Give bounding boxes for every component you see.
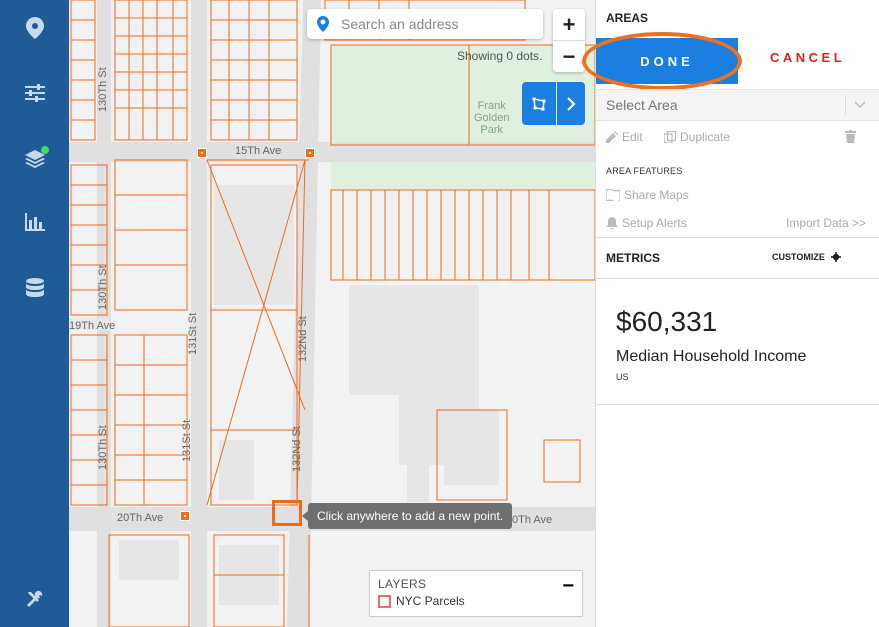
location-pin-icon[interactable] <box>17 10 53 46</box>
edit-icon <box>606 131 618 143</box>
street-label-130th-top: 130Th St <box>97 67 109 112</box>
metrics-title: METRICS <box>606 251 660 265</box>
street-label-130th-bottom: 130Th St <box>97 425 109 470</box>
layers-title: LAYERS <box>378 577 427 591</box>
panel-title: AREAS <box>606 11 649 25</box>
cancel-button[interactable]: CANCEL <box>770 50 845 65</box>
duplicate-label: Duplicate <box>680 130 731 144</box>
street-label-20th-right: 0Th Ave <box>512 514 553 526</box>
zoom-out-button[interactable]: − <box>553 40 585 72</box>
dropdown-separator <box>845 95 846 115</box>
polygon-vertex[interactable] <box>305 148 315 158</box>
layers-legend: LAYERS NYC Parcels − <box>369 570 583 617</box>
divider <box>596 404 879 405</box>
add-point-tooltip: Click anywhere to add a new point. <box>301 503 513 529</box>
map-icon <box>606 189 620 201</box>
areas-panel: AREAS DONE CANCEL Select Area Edit Dupli… <box>582 0 879 627</box>
tools-icon[interactable] <box>17 581 53 617</box>
setup-alerts-button[interactable]: Setup Alerts <box>606 216 687 230</box>
database-icon[interactable] <box>17 270 53 306</box>
polygon-icon <box>532 97 546 110</box>
duplicate-button[interactable]: Duplicate <box>664 130 730 144</box>
polygon-draw-button[interactable] <box>522 82 556 125</box>
street-label-20th: 20Th Ave <box>117 512 164 524</box>
street-label-132nd-mid: 132Nd St <box>297 316 309 362</box>
expand-tools-button[interactable] <box>557 82 585 125</box>
new-point-cursor[interactable] <box>272 500 302 526</box>
select-area-dropdown[interactable]: Select Area <box>596 89 879 121</box>
street-label-131st-mid: 131St St <box>187 312 199 355</box>
import-data-link[interactable]: Import Data >> <box>786 216 866 230</box>
address-search <box>307 9 543 39</box>
active-indicator <box>41 146 49 154</box>
layer-label: NYC Parcels <box>396 594 465 608</box>
left-nav <box>0 0 69 627</box>
sliders-icon[interactable] <box>17 75 53 111</box>
layer-item[interactable]: NYC Parcels <box>378 594 574 608</box>
bell-icon <box>606 217 618 229</box>
polygon-vertex[interactable] <box>197 148 207 158</box>
zoom-in-button[interactable]: + <box>553 9 585 40</box>
location-pin-icon <box>317 16 329 32</box>
layers-icon[interactable] <box>17 140 53 176</box>
polygon-vertex[interactable] <box>180 511 190 521</box>
dots-status: Showing 0 dots. <box>457 49 543 63</box>
chevron-down-icon <box>854 101 866 109</box>
layer-swatch <box>378 594 391 608</box>
share-maps-button[interactable]: Share Maps <box>606 188 689 202</box>
share-maps-label: Share Maps <box>624 188 689 202</box>
delete-button[interactable] <box>845 130 860 143</box>
duplicate-icon <box>664 131 676 143</box>
street-label-19th: 19Th Ave <box>69 320 116 332</box>
divider <box>596 278 879 279</box>
parcel-map <box>69 0 595 627</box>
metric-region: US <box>616 372 629 382</box>
street-label-132nd-bottom: 132Nd St <box>291 426 303 472</box>
divider <box>596 237 879 238</box>
customize-label: CUSTOMIZE <box>772 252 825 262</box>
chevron-right-icon <box>567 96 576 111</box>
done-highlight-ring <box>582 32 742 90</box>
street-label-130th-mid: 130Th St <box>97 265 109 310</box>
area-features-title: AREA FEATURES <box>606 166 683 176</box>
setup-alerts-label: Setup Alerts <box>622 216 687 230</box>
street-label-15th: 15Th Ave <box>235 145 282 157</box>
layers-collapse-button[interactable]: − <box>562 576 574 596</box>
draw-tools <box>522 82 585 125</box>
park-label: Frank Golden Park <box>474 100 510 136</box>
gear-icon <box>830 252 841 262</box>
edit-button[interactable]: Edit <box>606 130 643 144</box>
select-area-value: Select Area <box>606 97 678 113</box>
search-input[interactable] <box>339 15 533 33</box>
edit-label: Edit <box>622 130 643 144</box>
bar-chart-icon[interactable] <box>17 204 53 240</box>
street-label-131st-bottom: 131St St <box>181 419 193 462</box>
zoom-controls: + − <box>553 9 585 72</box>
map-canvas[interactable]: 15Th Ave 20Th Ave 19Th Ave 0Th Ave 130Th… <box>69 0 595 627</box>
customize-button[interactable]: CUSTOMIZE <box>772 252 841 262</box>
metric-value: $60,331 <box>616 306 718 337</box>
metric-label: Median Household Income <box>616 348 807 365</box>
trash-icon <box>845 130 856 143</box>
